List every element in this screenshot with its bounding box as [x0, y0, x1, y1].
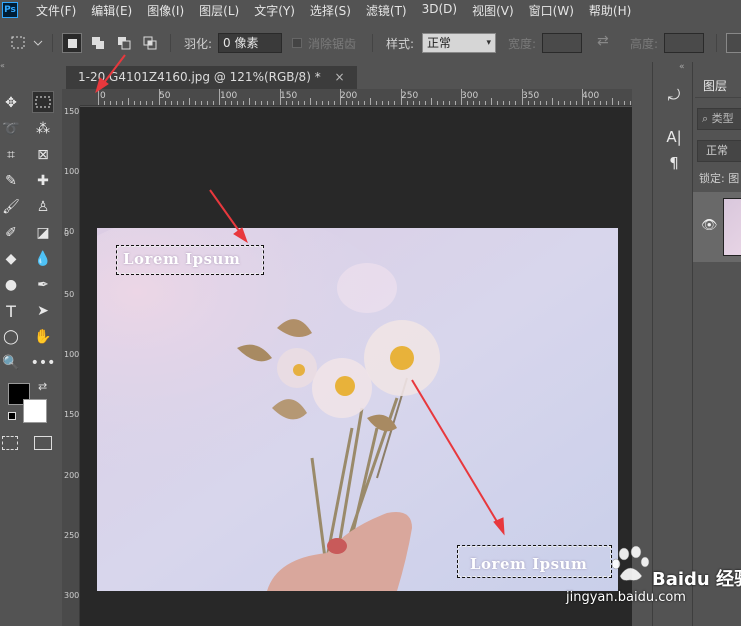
paragraph-panel-icon[interactable]: ¶ [663, 152, 685, 174]
watermark-brand: Baidu 经验 [652, 569, 741, 590]
layers-filter-field[interactable]: ⌕ 类型 [697, 108, 741, 130]
layers-filter-placeholder: 类型 [711, 112, 734, 125]
lock-label: 锁定: 图 [699, 172, 740, 185]
blend-mode-select[interactable]: 正常 [697, 140, 741, 162]
annotation-arrow [95, 54, 126, 94]
layers-tab[interactable]: 图层 [695, 74, 741, 98]
character-panel-icon[interactable]: A| [663, 126, 685, 148]
layer-thumbnail [723, 198, 741, 256]
layer-row[interactable]: 👁 [693, 192, 741, 262]
search-icon: ⌕ [702, 112, 709, 125]
visibility-eye-icon[interactable]: 👁 [701, 218, 718, 233]
panel-expand-icon[interactable]: « [679, 62, 685, 72]
annotation-arrows [95, 54, 505, 536]
annotation-arrow [209, 189, 248, 244]
history-panel-icon[interactable]: ⤾ [663, 84, 685, 106]
watermark-url: jingyan.baidu.com [566, 590, 686, 605]
annotation-arrow [411, 379, 505, 536]
